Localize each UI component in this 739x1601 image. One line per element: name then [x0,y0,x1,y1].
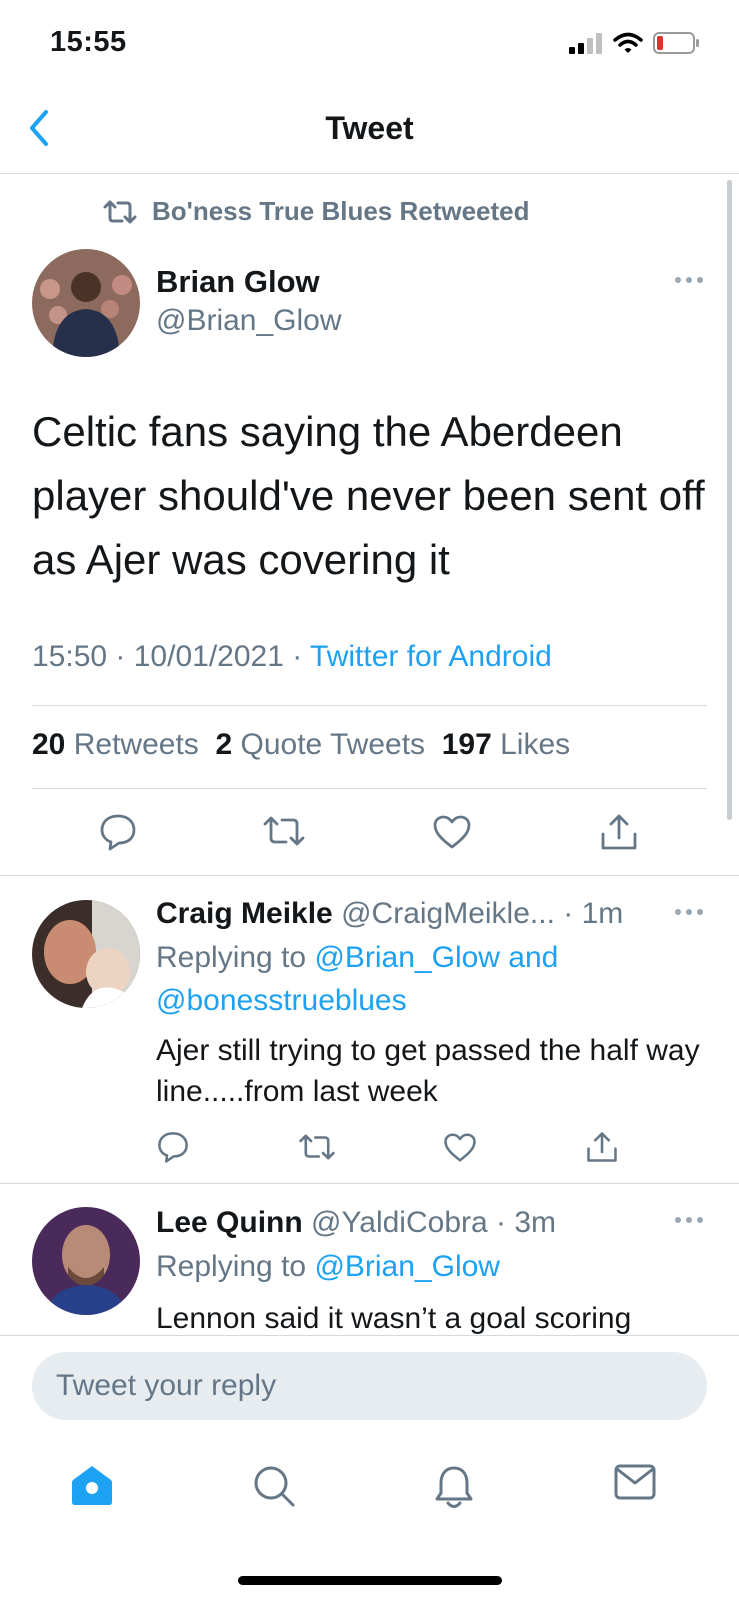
reply-more-button[interactable] [674,908,704,916]
compose-placeholder: Tweet your reply [56,1369,277,1402]
likes-stat[interactable]: 197 Likes [442,728,570,761]
tab-notifications[interactable] [434,1464,474,1510]
more-icon [674,908,704,916]
retweet-button[interactable] [262,814,306,848]
tab-search[interactable] [252,1464,296,1508]
retweet-icon [262,814,306,848]
tweet-source-link[interactable]: Twitter for Android [310,640,552,673]
tab-home[interactable] [70,1464,114,1506]
share-icon [586,1130,618,1164]
tweet-author-handle[interactable]: @Brian_Glow [156,304,342,338]
reply-age: 3m [514,1206,557,1239]
messages-icon [614,1464,656,1500]
likes-label: Likes [500,728,571,761]
quotes-stat[interactable]: 2 Quote Tweets [215,728,425,761]
retweet-icon [298,1132,336,1162]
notifications-icon [434,1464,474,1510]
reply-author-handle[interactable]: @CraigMeikle... [341,897,555,930]
replying-to-link[interactable]: @Brian_Glow and [314,941,558,974]
divider [0,1183,739,1184]
reply-button[interactable] [98,812,138,852]
like-icon [432,814,472,850]
tweet-time: 15:50 [32,640,108,673]
share-button[interactable] [600,812,638,852]
retweets-count: 20 [32,728,66,761]
more-icon [674,1216,704,1224]
replying-to: Replying to @Brian_Glow [156,1250,500,1284]
home-icon [70,1464,114,1506]
reply-text: Lennon said it wasn’t a goal scoring [156,1302,632,1335]
reply-header: Craig Meikle @CraigMeikle... · 1m [156,897,624,930]
likes-count: 197 [441,728,492,761]
reply-button[interactable] [156,1130,190,1164]
tweet-actions [0,812,739,856]
quotes-count: 2 [215,728,233,761]
retweet-icon [102,199,138,225]
nav-divider [0,173,739,174]
tweet-date: 10/01/2021 [133,640,284,673]
reply-text: Ajer still trying to get passed the half… [156,1034,700,1108]
replying-to-label: Replying to [156,1250,307,1283]
reply-more-button[interactable] [674,1216,704,1224]
reply-icon [98,812,138,852]
scrollbar[interactable] [727,180,732,820]
quotes-label: Quote Tweets [240,728,426,761]
status-time: 15:55 [50,26,127,58]
like-button[interactable] [443,1132,477,1163]
tab-messages[interactable] [614,1464,656,1500]
tweet-meta: 15:50 · 10/01/2021 · Twitter for Android [32,640,552,673]
tweet-stats: 20 Retweets 2 Quote Tweets 197 Likes [32,728,570,762]
home-indicator[interactable] [238,1576,502,1585]
replying-to-label: Replying to [156,941,307,974]
page-title: Tweet [325,110,414,146]
reply-actions [0,1130,739,1170]
search-icon [252,1464,296,1508]
retweets-stat[interactable]: 20 Retweets [32,728,199,761]
share-button[interactable] [586,1130,618,1164]
like-icon [443,1132,477,1163]
tweet-author-name[interactable]: Brian Glow [156,264,320,300]
tweet-text: Celtic fans saying the Aberdeen player s… [32,408,705,583]
status-icons [569,32,699,54]
more-icon [674,276,704,284]
avatar[interactable] [32,1207,140,1315]
cellular-signal-icon [569,32,603,54]
retweets-label: Retweets [73,728,199,761]
like-button[interactable] [432,814,472,850]
avatar[interactable] [32,249,140,357]
reply-age: 1m [581,897,624,930]
share-icon [600,812,638,852]
divider [32,705,707,706]
replying-to-continued: @bonesstrueblues [156,984,407,1018]
replying-to-link[interactable]: @bonesstrueblues [156,984,407,1017]
reply-icon [156,1130,190,1164]
reply-compose-input[interactable]: Tweet your reply [32,1352,707,1420]
reply-author-handle[interactable]: @YaldiCobra [311,1206,488,1239]
wifi-icon [613,32,643,54]
replying-to-link[interactable]: @Brian_Glow [314,1250,500,1283]
tweet-more-button[interactable] [674,276,704,284]
retweet-banner[interactable]: Bo'ness True Blues Retweeted [102,196,530,227]
retweet-banner-label: Bo'ness True Blues Retweeted [152,196,530,226]
replying-to: Replying to @Brian_Glow and [156,941,558,975]
reply-author-name[interactable]: Lee Quinn [156,1206,303,1239]
avatar[interactable] [32,900,140,1008]
retweet-button[interactable] [298,1132,336,1162]
reply-author-name[interactable]: Craig Meikle [156,897,333,930]
divider [32,788,707,789]
reply-header: Lee Quinn @YaldiCobra · 3m [156,1206,557,1239]
battery-low-icon [653,32,699,54]
divider [0,875,739,876]
